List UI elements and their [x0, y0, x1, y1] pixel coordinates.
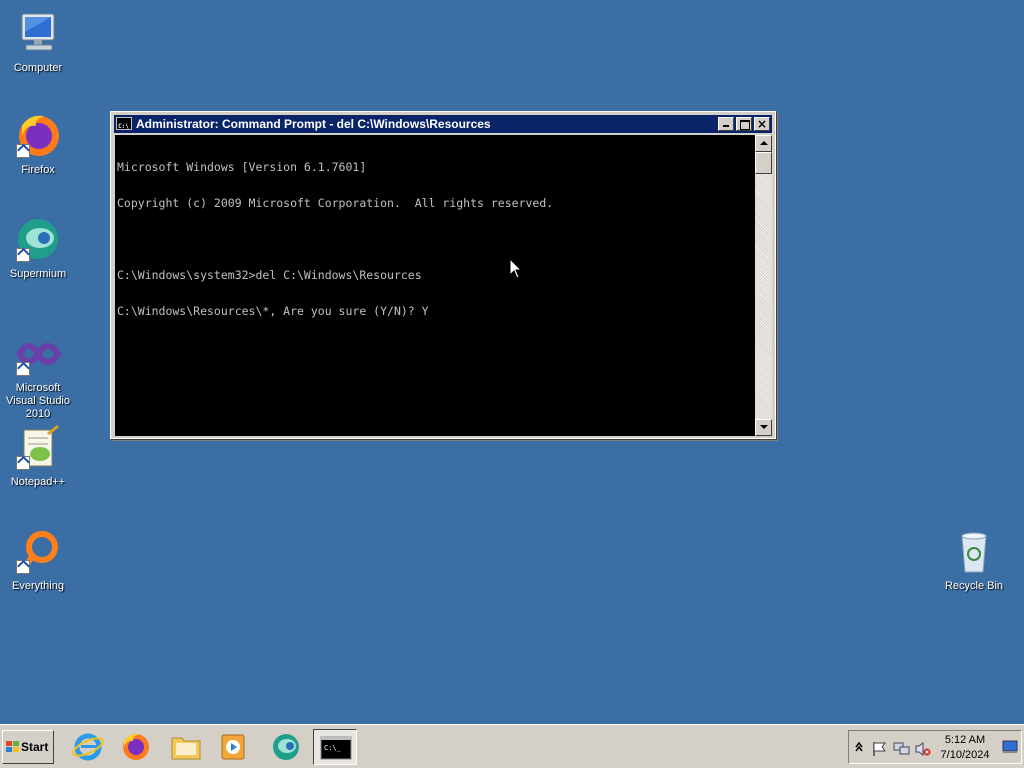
shortcut-arrow-icon [16, 144, 30, 158]
clock-time[interactable]: 5:12 AM [935, 734, 995, 746]
mouse-pointer-icon [509, 257, 523, 280]
notepadpp-icon [14, 424, 62, 472]
desktop-icon-visual-studio[interactable]: Microsoft Visual Studio 2010 [0, 330, 76, 421]
command-prompt-icon: C:\_ [320, 736, 352, 760]
desktop-icon-label: Notepad++ [10, 476, 66, 488]
scroll-down-button[interactable] [755, 419, 772, 436]
maximize-button[interactable] [736, 117, 752, 131]
console-output[interactable]: Microsoft Windows [Version 6.1.7601] Cop… [115, 135, 755, 436]
taskbar-app-firefox[interactable] [114, 729, 158, 765]
media-player-icon [221, 734, 245, 760]
console-line: C:\Windows\Resources\*, Are you sure (Y/… [117, 304, 429, 318]
desktop-icon-label: Everything [12, 580, 64, 592]
show-hidden-icons-icon[interactable] [855, 741, 863, 753]
shortcut-arrow-icon [16, 456, 30, 470]
svg-text:C:\_: C:\_ [324, 744, 342, 752]
network-icon[interactable] [893, 741, 911, 757]
shortcut-arrow-icon [16, 362, 30, 376]
firefox-icon [123, 733, 149, 760]
shortcut-arrow-icon [16, 560, 30, 574]
desktop-icon-computer[interactable]: Computer [0, 10, 76, 75]
desktop-icon-label: Supermium [9, 268, 67, 280]
close-button[interactable]: × [754, 117, 770, 131]
firefox-icon [14, 112, 62, 160]
computer-icon [14, 10, 62, 58]
volume-muted-icon[interactable] [915, 741, 931, 757]
desktop-icon-label: Computer [13, 62, 63, 74]
taskbar-app-media-player[interactable] [212, 729, 256, 765]
recycle-bin-icon [950, 528, 998, 576]
command-prompt-icon [116, 117, 132, 136]
window-titlebar[interactable]: Administrator: Command Prompt - del C:\W… [114, 115, 772, 136]
desktop-icon-label: Firefox [21, 164, 55, 176]
supermium-icon [14, 216, 62, 264]
maximize-icon [740, 120, 750, 130]
windows-flag-icon [6, 741, 19, 752]
taskbar-app-internet-explorer[interactable] [66, 729, 110, 765]
show-desktop-icon[interactable] [1002, 740, 1018, 754]
minimize-button[interactable] [718, 117, 734, 131]
folder-icon [171, 737, 201, 760]
scroll-up-button[interactable] [755, 135, 772, 152]
internet-explorer-icon [72, 733, 104, 761]
everything-icon [14, 528, 62, 576]
minimize-icon [723, 125, 729, 127]
console-line: Microsoft Windows [Version 6.1.7601] [117, 160, 367, 174]
start-button[interactable]: Start [2, 730, 54, 764]
vertical-scrollbar[interactable] [755, 135, 772, 436]
command-prompt-window[interactable]: Administrator: Command Prompt - del C:\W… [110, 111, 776, 439]
desktop-icon-recycle-bin[interactable]: Recycle Bin [936, 528, 1012, 593]
shortcut-arrow-icon [16, 248, 30, 262]
start-label: Start [21, 740, 49, 754]
close-icon: × [757, 117, 768, 131]
taskbar-app-file-explorer[interactable] [164, 729, 208, 765]
desktop-icon-label: Microsoft Visual Studio 2010 [5, 382, 70, 420]
system-tray: 5:12 AM 7/10/2024 [848, 730, 1022, 764]
console-line: C:\Windows\system32>del C:\Windows\Resou… [117, 268, 422, 282]
desktop-icon-label: Recycle Bin [944, 580, 1004, 592]
scroll-thumb[interactable] [755, 152, 772, 174]
visual-studio-icon [14, 330, 62, 378]
taskbar: Start C:\_ 5:12 AM 7/10/2024 [0, 724, 1024, 768]
supermium-icon [273, 734, 299, 760]
desktop-icon-everything[interactable]: Everything [0, 528, 76, 593]
taskbar-app-command-prompt[interactable]: C:\_ [313, 729, 357, 765]
clock-date[interactable]: 7/10/2024 [935, 749, 995, 761]
desktop-icon-firefox[interactable]: Firefox [0, 112, 76, 177]
taskbar-app-supermium[interactable] [264, 729, 308, 765]
action-center-flag-icon[interactable] [871, 741, 887, 757]
desktop-icon-notepadpp[interactable]: Notepad++ [0, 424, 76, 489]
window-title: Administrator: Command Prompt - del C:\W… [136, 117, 491, 131]
desktop-icon-supermium[interactable]: Supermium [0, 216, 76, 281]
console-line: Copyright (c) 2009 Microsoft Corporation… [117, 196, 554, 210]
